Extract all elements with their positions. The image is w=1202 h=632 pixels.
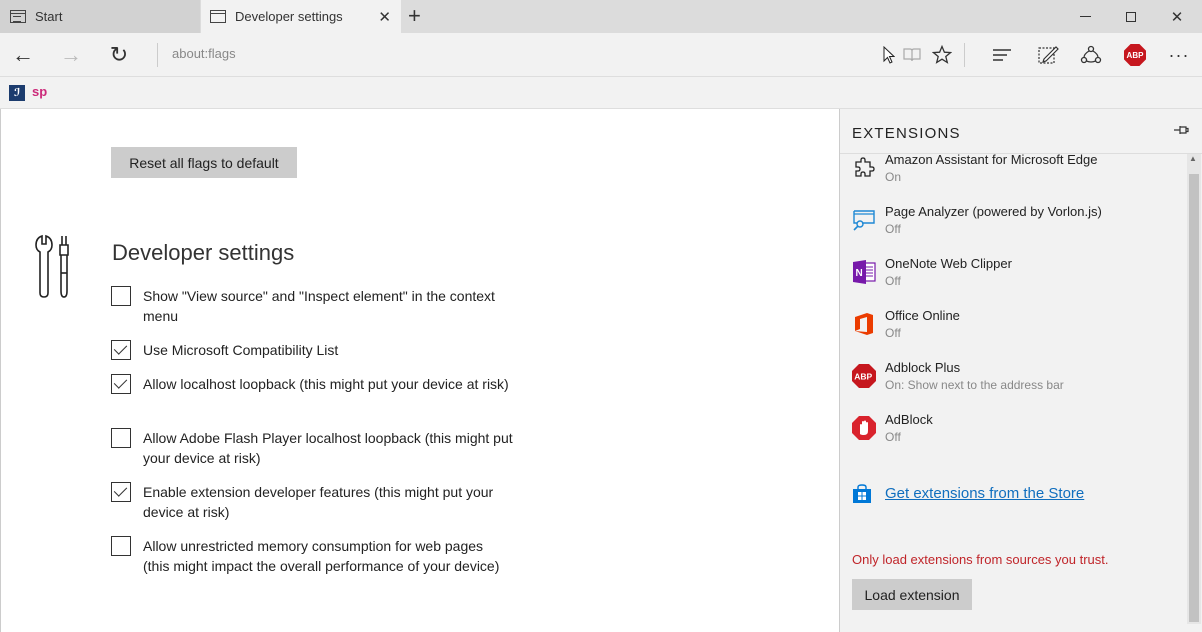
extension-name: Page Analyzer (powered by Vorlon.js)	[885, 204, 1102, 219]
svg-text:ABP: ABP	[854, 372, 872, 382]
extension-name: OneNote Web Clipper	[885, 256, 1012, 271]
option-view-source: Show "View source" and "Inspect element"…	[111, 286, 513, 326]
option-unrestricted-memory: Allow unrestricted memory consumption fo…	[111, 536, 513, 576]
minimize-icon	[1079, 16, 1091, 17]
extension-status: Off	[885, 430, 901, 444]
address-bar[interactable]: about:flags	[172, 46, 236, 61]
checkbox[interactable]	[111, 286, 131, 306]
share-icon[interactable]	[1076, 40, 1106, 70]
adblock-plus-icon[interactable]: ABP	[1120, 40, 1150, 70]
tab-label: Developer settings	[235, 9, 343, 24]
minimize-button[interactable]	[1062, 0, 1108, 33]
checkbox[interactable]	[111, 340, 131, 360]
favorite-site-icon[interactable]: ℐ	[9, 85, 25, 101]
option-label: Allow localhost loopback (this might put…	[143, 376, 509, 392]
navigation-bar: ← → ↻ about:flags ABP ···	[0, 33, 1202, 77]
adblock-hand-icon	[852, 416, 876, 440]
panel-title: EXTENSIONS	[852, 125, 961, 142]
option-label: Enable extension developer features (thi…	[143, 484, 494, 520]
extensions-panel: EXTENSIONS ▲ Amazon Assistant for Micros…	[839, 109, 1202, 632]
tab-label: Start	[35, 9, 63, 24]
option-label: Use Microsoft Compatibility List	[143, 342, 339, 358]
scroll-up-icon[interactable]: ▲	[1189, 154, 1197, 163]
abp-icon: ABP	[852, 364, 876, 388]
pin-icon[interactable]	[1173, 123, 1189, 139]
option-label: Show "View source" and "Inspect element"…	[143, 288, 495, 324]
close-window-button[interactable]: ✕	[1154, 0, 1200, 33]
maximize-icon	[1126, 11, 1136, 22]
web-note-icon[interactable]	[1033, 40, 1063, 70]
refresh-button[interactable]: ↻	[104, 40, 134, 70]
forward-button[interactable]: →	[56, 40, 86, 70]
extension-status: On	[885, 170, 902, 184]
scrollbar-thumb[interactable]	[1189, 174, 1199, 622]
checkbox[interactable]	[111, 536, 131, 556]
section-title: Developer settings	[112, 240, 295, 265]
start-page-icon	[10, 10, 26, 23]
extension-name: Amazon Assistant for Microsoft Edge	[885, 152, 1098, 167]
tab-start[interactable]: Start	[0, 0, 200, 33]
extension-status: Off	[885, 222, 901, 236]
divider	[157, 43, 158, 67]
checkbox[interactable]	[111, 374, 131, 394]
abp-badge: ABP	[1124, 44, 1146, 66]
option-localhost-loopback: Allow localhost loopback (this might put…	[111, 374, 513, 394]
extension-status: On: Show next to the address bar	[885, 378, 1064, 392]
hub-icon[interactable]	[987, 40, 1017, 70]
get-extensions-store-link[interactable]: Get extensions from the Store	[885, 485, 1084, 502]
onenote-icon: N	[852, 260, 876, 284]
extension-status: Off	[885, 326, 901, 340]
scrollbar[interactable]: ▲	[1187, 154, 1201, 624]
option-extension-dev: Enable extension developer features (thi…	[111, 482, 513, 522]
new-tab-button[interactable]: +	[408, 3, 421, 29]
favorites-bar: ℐ sp	[0, 77, 1202, 109]
reset-flags-button[interactable]: Reset all flags to default	[111, 147, 297, 178]
checkbox[interactable]	[111, 428, 131, 448]
tab-bar: Start Developer settings ✕ + ✕	[0, 0, 1202, 33]
flags-page: Reset all flags to default Developer set…	[0, 109, 839, 632]
more-options-icon[interactable]: ···	[1164, 40, 1194, 70]
option-flash-loopback: Allow Adobe Flash Player localhost loopb…	[111, 428, 513, 468]
svg-text:N: N	[856, 268, 863, 279]
favorite-sp-icon[interactable]: sp	[32, 84, 50, 100]
puzzle-icon	[852, 156, 876, 180]
favorites-star-icon[interactable]	[927, 40, 957, 70]
tab-developer-settings[interactable]: Developer settings ✕	[201, 0, 401, 33]
divider	[964, 43, 965, 67]
back-button[interactable]: ←	[8, 40, 38, 70]
extension-name: Office Online	[885, 308, 960, 323]
office-icon	[852, 312, 876, 336]
load-extension-button[interactable]: Load extension	[852, 579, 972, 610]
extension-name: AdBlock	[885, 412, 933, 427]
page-analyzer-icon	[852, 208, 876, 232]
trust-warning: Only load extensions from sources you tr…	[852, 552, 1109, 567]
option-label: Allow unrestricted memory consumption fo…	[143, 538, 500, 574]
checkbox[interactable]	[111, 482, 131, 502]
extension-name: Adblock Plus	[885, 360, 961, 375]
close-tab-icon[interactable]: ✕	[378, 8, 391, 26]
reading-view-icon[interactable]	[897, 40, 927, 70]
store-icon	[853, 484, 871, 503]
option-compat-list: Use Microsoft Compatibility List	[111, 340, 513, 360]
developer-tools-icon	[35, 234, 69, 298]
extension-status: Off	[885, 274, 901, 288]
page-icon	[210, 10, 226, 23]
option-label: Allow Adobe Flash Player localhost loopb…	[143, 430, 513, 466]
maximize-button[interactable]	[1108, 0, 1154, 33]
